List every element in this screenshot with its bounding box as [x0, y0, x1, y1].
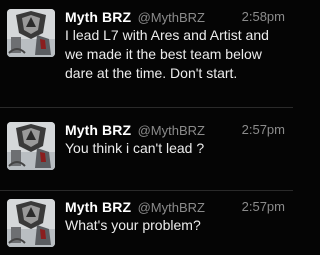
- profile-avatar-icon[interactable]: [7, 9, 55, 57]
- tweet-header: Myth BRZ @MythBRZ 2:57pm: [65, 122, 285, 140]
- tweet-item[interactable]: Myth BRZ @MythBRZ 2:57pm You think i can…: [0, 108, 293, 190]
- author-name[interactable]: Myth BRZ: [65, 122, 131, 138]
- tweet-item[interactable]: Myth BRZ @MythBRZ 2:57pm What's your pro…: [0, 191, 293, 255]
- tweet-timestamp[interactable]: 2:58pm: [242, 9, 285, 24]
- author-name[interactable]: Myth BRZ: [65, 9, 131, 25]
- tweet-timeline: Myth BRZ @MythBRZ 2:58pm I lead L7 with …: [0, 0, 293, 255]
- tweet-header: Myth BRZ @MythBRZ 2:57pm: [65, 199, 285, 217]
- tweet-item[interactable]: Myth BRZ @MythBRZ 2:58pm I lead L7 with …: [0, 0, 293, 107]
- tweet-text: What's your problem?: [65, 217, 201, 233]
- tweet-text: I lead L7 with Ares and Artist and we ma…: [65, 27, 269, 81]
- author-name[interactable]: Myth BRZ: [65, 199, 131, 215]
- author-handle[interactable]: @MythBRZ: [138, 123, 205, 138]
- author-handle[interactable]: @MythBRZ: [138, 200, 205, 215]
- profile-avatar-icon[interactable]: [7, 122, 55, 170]
- profile-avatar-icon[interactable]: [7, 199, 55, 247]
- tweet-header: Myth BRZ @MythBRZ 2:58pm: [65, 9, 285, 27]
- tweet-text: You think i can't lead ?: [65, 140, 205, 156]
- tweet-timestamp[interactable]: 2:57pm: [242, 199, 285, 214]
- tweet-timestamp[interactable]: 2:57pm: [242, 122, 285, 137]
- author-handle[interactable]: @MythBRZ: [138, 10, 205, 25]
